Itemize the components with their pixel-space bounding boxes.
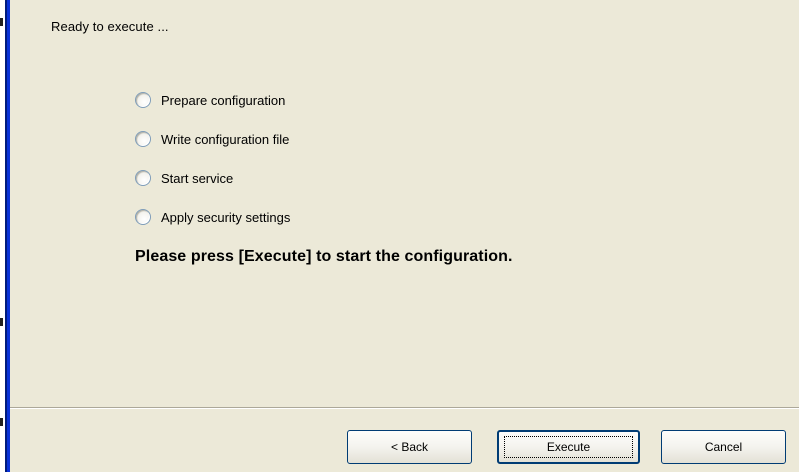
footer-separator	[10, 407, 799, 409]
window-left-frame	[0, 0, 10, 472]
step-label: Apply security settings	[161, 209, 291, 225]
step-label: Prepare configuration	[161, 92, 286, 108]
instruction-text: Please press [Execute] to start the conf…	[135, 248, 513, 265]
radio-empty-icon	[135, 170, 151, 186]
radio-empty-icon	[135, 92, 151, 108]
step-write-configuration-file: Write configuration file	[135, 125, 290, 153]
step-label: Write configuration file	[161, 131, 290, 147]
step-prepare-configuration: Prepare configuration	[135, 86, 290, 114]
radio-empty-icon	[135, 131, 151, 147]
cancel-button[interactable]: Cancel	[661, 430, 786, 464]
frame-tick-mark	[0, 318, 3, 326]
step-apply-security-settings: Apply security settings	[135, 203, 290, 231]
configuration-wizard-window: Ready to execute ... Prepare configurati…	[0, 0, 799, 472]
step-start-service: Start service	[135, 164, 290, 192]
window-frame-shadow	[5, 0, 7, 472]
execute-button[interactable]: Execute	[497, 430, 640, 464]
frame-tick-mark	[0, 18, 3, 26]
radio-empty-icon	[135, 209, 151, 225]
frame-tick-mark	[0, 418, 3, 426]
step-label: Start service	[161, 170, 234, 186]
step-list: Prepare configuration Write configuratio…	[135, 86, 290, 242]
status-text: Ready to execute ...	[51, 19, 169, 34]
back-button[interactable]: < Back	[347, 430, 472, 464]
execute-button-label: Execute	[546, 440, 591, 454]
